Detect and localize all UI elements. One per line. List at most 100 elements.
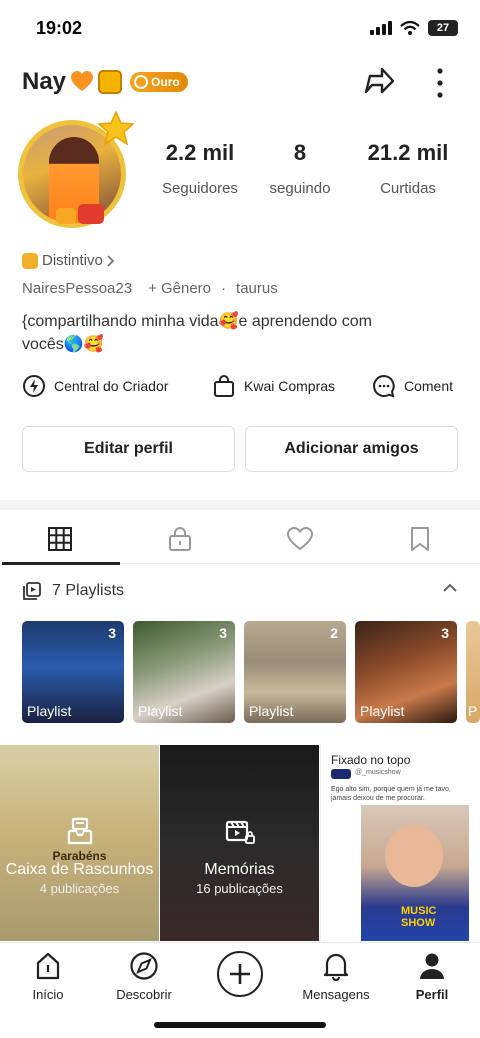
drafts-box-icon bbox=[67, 817, 93, 845]
playlist-card[interactable]: P bbox=[466, 621, 480, 723]
gold-level-badge[interactable]: Ouro bbox=[130, 72, 188, 92]
chevron-up-icon[interactable] bbox=[442, 580, 458, 596]
bio-line: vocês🌎🥰 bbox=[22, 336, 104, 353]
signal-icon bbox=[370, 21, 392, 35]
bell-icon bbox=[323, 953, 349, 981]
grid-icon bbox=[48, 527, 72, 551]
tile-subtitle: 4 publicações bbox=[39, 881, 120, 896]
playlist-count: 3 bbox=[441, 625, 449, 641]
add-friends-button[interactable]: Adicionar amigos bbox=[245, 426, 458, 472]
nav-label: Descobrir bbox=[116, 987, 172, 1002]
posts-grid: Parabéns Caixa de Rascunhos 4 publicaçõe… bbox=[0, 745, 480, 941]
tab-liked[interactable] bbox=[240, 514, 360, 564]
avatar-frame[interactable] bbox=[14, 110, 138, 228]
drafts-tile[interactable]: Parabéns Caixa de Rascunhos 4 publicaçõe… bbox=[0, 745, 159, 941]
child-face bbox=[385, 825, 443, 887]
status-bar: 19:02 27 bbox=[0, 0, 480, 58]
music-show-logo: MUSIC SHOW bbox=[401, 905, 437, 929]
pinned-handle: @_musicshow bbox=[355, 769, 401, 776]
create-post-button[interactable] bbox=[217, 951, 263, 997]
playlists-header[interactable]: 7 Playlists bbox=[22, 578, 462, 604]
profile-name: Nay bbox=[22, 68, 67, 95]
pinned-label: Fixado no topo bbox=[331, 753, 411, 767]
tile-title: Caixa de Rascunhos bbox=[5, 861, 154, 878]
bookmark-icon bbox=[411, 527, 429, 551]
nav-label: Mensagens bbox=[302, 987, 370, 1002]
star-decoration-icon bbox=[97, 110, 135, 146]
lightning-circle-icon bbox=[23, 375, 45, 397]
playlist-label: Playlist bbox=[138, 703, 183, 719]
shortcut-label: Coment bbox=[404, 378, 454, 394]
profile-header: Nay Ouro bbox=[0, 62, 480, 106]
tile-title: Memórias bbox=[204, 861, 275, 878]
nav-profile[interactable]: Perfil bbox=[384, 951, 480, 1002]
play-decoration-icon bbox=[56, 208, 76, 224]
playlist-card[interactable]: 3 Playlist bbox=[355, 621, 457, 723]
nav-home[interactable]: Início bbox=[0, 951, 96, 1002]
stat-label: Curtidas bbox=[380, 180, 436, 197]
stat-value: 8 bbox=[293, 140, 307, 165]
nav-messages[interactable]: Mensagens bbox=[288, 951, 384, 1002]
memories-video-lock-icon bbox=[225, 820, 255, 844]
playlist-icon bbox=[23, 582, 41, 600]
nav-discover[interactable]: Descobrir bbox=[96, 951, 192, 1002]
comment-icon bbox=[373, 374, 395, 398]
pinned-post-tile[interactable]: Fixado no topo @_musicshow Ego alto sim,… bbox=[320, 745, 480, 941]
bio-line: {compartilhando minha vida🥰e aprendendo … bbox=[22, 313, 372, 330]
shortcut-label: Central do Criador bbox=[54, 378, 169, 394]
shortcut-row: Central do Criador Kwai Compras Coment bbox=[22, 374, 462, 402]
tab-saved[interactable] bbox=[360, 514, 480, 564]
heart-icon bbox=[286, 526, 314, 551]
playlist-count: 3 bbox=[108, 625, 116, 641]
playlist-card[interactable]: 3 Playlist bbox=[22, 621, 124, 723]
stat-likes[interactable]: 21.2 mil Curtidas bbox=[356, 140, 460, 197]
person-icon bbox=[420, 953, 444, 979]
tab-posts[interactable] bbox=[0, 514, 120, 564]
name-row: Nay Ouro bbox=[22, 68, 188, 96]
playlists-title: 7 Playlists bbox=[52, 582, 125, 599]
playlist-card[interactable]: 3 Playlist bbox=[133, 621, 235, 723]
nav-label: Perfil bbox=[415, 987, 449, 1002]
pinned-caption: Ego alto sim, porque quem já me tavo, ja… bbox=[331, 786, 451, 802]
gender-button[interactable]: + Gênero bbox=[148, 280, 211, 297]
distintivo-link[interactable]: Distintivo bbox=[22, 252, 115, 269]
stat-value: 21.2 mil bbox=[367, 140, 449, 165]
shopping-bag-icon bbox=[214, 375, 234, 397]
profile-bio: {compartilhando minha vida🥰e aprendendo … bbox=[22, 310, 422, 356]
share-icon[interactable] bbox=[362, 64, 396, 98]
honey-pot-icon bbox=[98, 70, 123, 94]
compass-icon bbox=[130, 952, 158, 980]
playlist-count: 3 bbox=[219, 625, 227, 641]
username: NairesPessoa23 bbox=[22, 280, 133, 297]
stat-followers[interactable]: 2.2 mil Seguidores bbox=[152, 140, 248, 197]
playlist-carousel[interactable]: 3 Playlist 3 Playlist 2 Playlist 3 Playl… bbox=[22, 621, 480, 723]
camera-decoration-icon bbox=[78, 204, 104, 224]
section-divider bbox=[0, 500, 480, 510]
more-options-icon[interactable] bbox=[428, 66, 452, 100]
tile-subtitle: 16 publicações bbox=[196, 881, 283, 896]
zodiac-sign: taurus bbox=[236, 280, 278, 297]
playlist-label: Playlist bbox=[360, 703, 405, 719]
shortcut-label: Kwai Compras bbox=[244, 378, 336, 394]
profile-stats: 2.2 mil Seguidores 8 seguindo 21.2 mil C… bbox=[150, 140, 480, 210]
kwai-shop-shortcut[interactable]: Kwai Compras bbox=[212, 374, 335, 398]
nav-label: Início bbox=[32, 987, 64, 1002]
home-indicator[interactable] bbox=[154, 1022, 326, 1028]
playlist-card[interactable]: 2 Playlist bbox=[244, 621, 346, 723]
profile-info-row: NairesPessoa23 + Gênero · taurus bbox=[22, 280, 278, 297]
playlist-label: Playlist bbox=[249, 703, 294, 719]
gold-badge-label: Ouro bbox=[151, 75, 180, 89]
home-icon bbox=[36, 952, 60, 980]
status-time: 19:02 bbox=[36, 18, 83, 38]
tab-private[interactable] bbox=[120, 514, 240, 564]
coin-icon bbox=[134, 75, 149, 89]
distintivo-label: Distintivo bbox=[42, 252, 103, 269]
memories-tile[interactable]: Memórias 16 publicações bbox=[160, 745, 319, 941]
playlist-count: 2 bbox=[330, 625, 338, 641]
comments-shortcut[interactable]: Coment bbox=[372, 374, 453, 398]
stat-value: 2.2 mil bbox=[165, 140, 235, 165]
edit-profile-button[interactable]: Editar perfil bbox=[22, 426, 235, 472]
creator-center-shortcut[interactable]: Central do Criador bbox=[22, 374, 168, 398]
stat-label: seguindo bbox=[269, 180, 331, 197]
stat-following[interactable]: 8 seguindo bbox=[260, 140, 340, 197]
